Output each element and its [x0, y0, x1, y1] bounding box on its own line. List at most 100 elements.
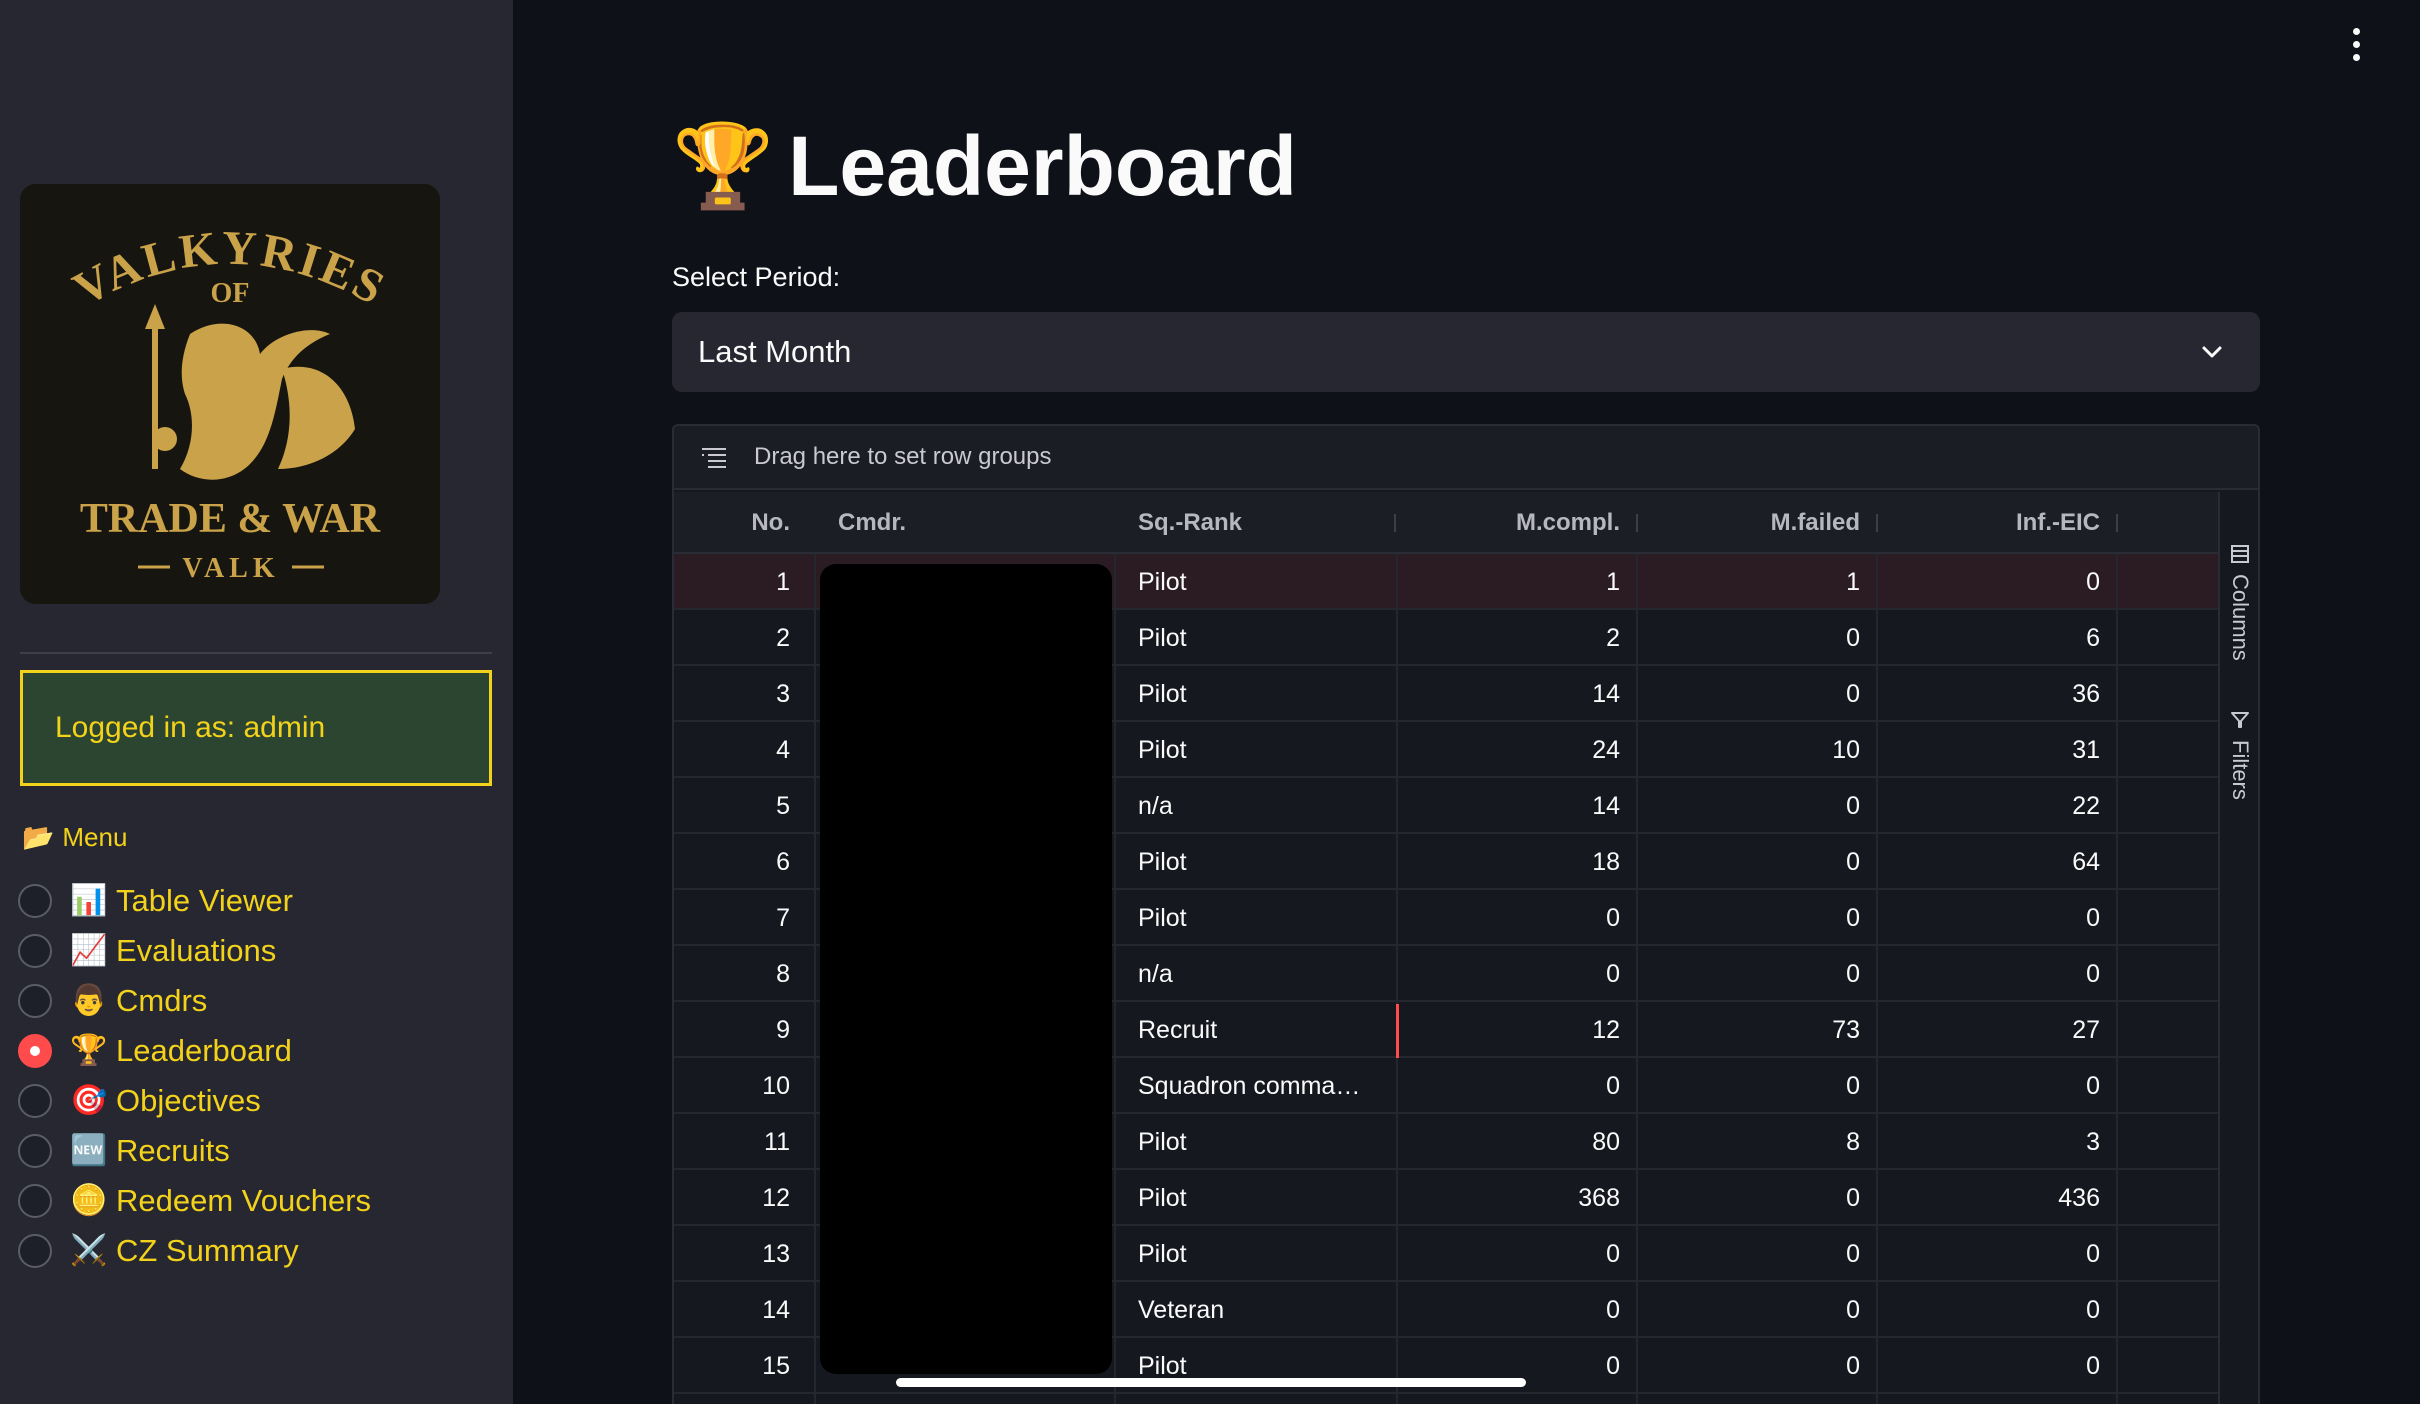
cell-sq-rank[interactable]: Veteran [1138, 1282, 1378, 1338]
cell-inf-eic[interactable]: 0 [1878, 1226, 2100, 1282]
column-header-m-compl[interactable]: M.compl. [1398, 492, 1620, 554]
column-header-no[interactable]: No. [674, 492, 790, 554]
cell-inf-eic[interactable]: 27 [1878, 1002, 2100, 1058]
cell-inf-eic[interactable]: 0 [1878, 554, 2100, 610]
cell-no[interactable]: 3 [674, 666, 790, 722]
cell-sq-rank[interactable]: n/a [1138, 946, 1378, 1002]
radio-button[interactable] [18, 1234, 52, 1268]
cell-m-failed[interactable]: 0 [1638, 1170, 1860, 1226]
cell-sq-rank[interactable]: Pilot [1138, 666, 1378, 722]
cell-m-compl[interactable]: 368 [1398, 1170, 1620, 1226]
radio-button[interactable] [18, 1134, 52, 1168]
cell-m-failed[interactable]: 0 [1638, 1338, 1860, 1394]
cell-no[interactable]: 11 [674, 1114, 790, 1170]
cell-m-compl[interactable]: 2 [1398, 610, 1620, 666]
cell-no[interactable]: 1 [674, 554, 790, 610]
cell-inf-eic[interactable]: 3 [1878, 1114, 2100, 1170]
cell-inf-eic[interactable]: 22 [1878, 778, 2100, 834]
radio-button[interactable] [18, 934, 52, 968]
cell-m-failed[interactable]: 0 [1638, 666, 1860, 722]
cell-no[interactable]: 5 [674, 778, 790, 834]
menu-item-redeem-vouchers[interactable]: 🪙 Redeem Vouchers [18, 1176, 371, 1226]
cell-sq-rank[interactable]: Pilot [1138, 890, 1378, 946]
cell-m-failed[interactable]: 73 [1638, 1002, 1860, 1058]
cell-m-failed[interactable]: 10 [1638, 722, 1860, 778]
columns-panel-button[interactable]: Columns [2220, 544, 2258, 661]
column-header-inf-eic[interactable]: Inf.-EIC [1878, 492, 2100, 554]
cell-m-compl[interactable]: 14 [1398, 666, 1620, 722]
cell-inf-eic[interactable]: 0 [1878, 1338, 2100, 1394]
cell-m-compl[interactable]: 0 [1398, 1282, 1620, 1338]
radio-button[interactable] [18, 884, 52, 918]
cell-m-failed[interactable]: 1 [1638, 554, 1860, 610]
cell-m-compl[interactable]: 0 [1398, 1226, 1620, 1282]
cell-m-compl[interactable]: 12 [1398, 1002, 1620, 1058]
horizontal-scrollbar[interactable] [896, 1378, 1526, 1387]
cell-no[interactable]: 8 [674, 946, 790, 1002]
cell-m-compl[interactable]: 0 [1398, 890, 1620, 946]
radio-button-selected[interactable] [18, 1034, 52, 1068]
row-group-drop-zone[interactable]: Drag here to set row groups [674, 426, 2258, 490]
column-header-sq-rank[interactable]: Sq.-Rank [1138, 492, 1378, 554]
menu-item-table-viewer[interactable]: 📊 Table Viewer [18, 876, 371, 926]
cell-sq-rank[interactable]: Squadron comma… [1138, 1058, 1378, 1114]
cell-m-failed[interactable]: 0 [1638, 1282, 1860, 1338]
cell-no[interactable]: 10 [674, 1058, 790, 1114]
cell-no[interactable]: 2 [674, 610, 790, 666]
cell-sq-rank[interactable]: Recruit [1138, 1002, 1378, 1058]
cell-sq-rank[interactable]: Pilot [1138, 554, 1378, 610]
cell-inf-eic[interactable]: 31 [1878, 722, 2100, 778]
filters-panel-button[interactable]: Filters [2220, 710, 2258, 800]
cell-inf-eic[interactable]: 6 [1878, 610, 2100, 666]
cell-sq-rank[interactable]: Pilot [1138, 1170, 1378, 1226]
cell-sq-rank[interactable]: Pilot [1138, 1114, 1378, 1170]
cell-m-failed[interactable]: 0 [1638, 890, 1860, 946]
cell-no[interactable]: 9 [674, 1002, 790, 1058]
column-header-m-failed[interactable]: M.failed [1638, 492, 1860, 554]
cell-sq-rank[interactable]: Pilot [1138, 722, 1378, 778]
radio-button[interactable] [18, 984, 52, 1018]
menu-item-recruits[interactable]: 🆕 Recruits [18, 1126, 371, 1176]
cell-no[interactable]: 14 [674, 1282, 790, 1338]
column-separator[interactable] [2116, 514, 2118, 532]
cell-m-compl[interactable]: 0 [1398, 1058, 1620, 1114]
more-options-icon[interactable] [2338, 24, 2374, 64]
cell-m-failed[interactable]: 8 [1638, 1114, 1860, 1170]
cell-no[interactable]: 15 [674, 1338, 790, 1394]
cell-inf-eic[interactable]: 0 [1878, 1058, 2100, 1114]
cell-m-failed[interactable]: 0 [1638, 946, 1860, 1002]
cell-inf-eic[interactable]: 0 [1878, 890, 2100, 946]
cell-m-compl[interactable]: 24 [1398, 722, 1620, 778]
cell-m-failed[interactable]: 0 [1638, 1226, 1860, 1282]
cell-m-failed[interactable]: 0 [1638, 1058, 1860, 1114]
cell-inf-eic[interactable]: 36 [1878, 666, 2100, 722]
period-select[interactable]: Last Month [672, 312, 2260, 392]
cell-m-compl[interactable]: 14 [1398, 778, 1620, 834]
menu-item-leaderboard[interactable]: 🏆 Leaderboard [18, 1026, 371, 1076]
radio-button[interactable] [18, 1184, 52, 1218]
menu-item-cz-summary[interactable]: ⚔️ CZ Summary [18, 1226, 371, 1276]
cell-no[interactable]: 13 [674, 1226, 790, 1282]
cell-sq-rank[interactable]: Pilot [1138, 1226, 1378, 1282]
cell-sq-rank[interactable]: n/a [1138, 778, 1378, 834]
radio-button[interactable] [18, 1084, 52, 1118]
cell-m-failed[interactable]: 0 [1638, 610, 1860, 666]
cell-no[interactable]: 4 [674, 722, 790, 778]
cell-m-compl[interactable]: 80 [1398, 1114, 1620, 1170]
cell-m-compl[interactable]: 1 [1398, 554, 1620, 610]
menu-item-objectives[interactable]: 🎯 Objectives [18, 1076, 371, 1126]
cell-inf-eic[interactable]: 0 [1878, 1282, 2100, 1338]
cell-no[interactable]: 12 [674, 1170, 790, 1226]
cell-inf-eic[interactable]: 0 [1878, 946, 2100, 1002]
menu-item-cmdrs[interactable]: 👨 Cmdrs [18, 976, 371, 1026]
cell-no[interactable]: 7 [674, 890, 790, 946]
cell-sq-rank[interactable]: Pilot [1138, 610, 1378, 666]
column-header-cmdr[interactable]: Cmdr. [838, 492, 1098, 554]
cell-no[interactable]: 6 [674, 834, 790, 890]
menu-item-evaluations[interactable]: 📈 Evaluations [18, 926, 371, 976]
cell-sq-rank[interactable]: Pilot [1138, 834, 1378, 890]
cell-inf-eic[interactable]: 64 [1878, 834, 2100, 890]
column-separator[interactable] [1394, 514, 1396, 532]
cell-m-compl[interactable]: 18 [1398, 834, 1620, 890]
cell-inf-eic[interactable]: 436 [1878, 1170, 2100, 1226]
